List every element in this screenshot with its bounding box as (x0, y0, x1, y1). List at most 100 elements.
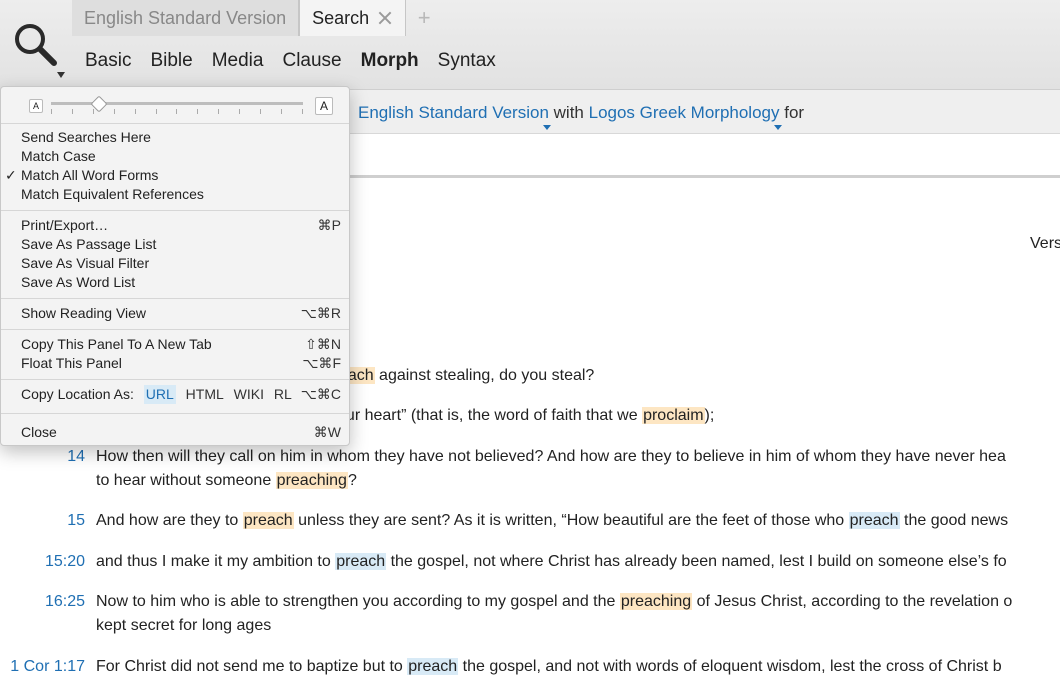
menu-item-label: Copy Location As: (21, 386, 134, 402)
verse-text: And how are they to preach unless they a… (96, 509, 1008, 533)
menu-item-show-reading-view[interactable]: Show Reading View ⌥⌘R (21, 304, 341, 323)
verse-fragment: unless they are sent? As it is written, … (293, 512, 849, 529)
search-hit[interactable]: preach (242, 512, 294, 529)
menu-item-label: Save As Visual Filter (21, 255, 150, 271)
new-tab-button[interactable]: + (406, 0, 442, 36)
verse-fragment: Now to him who is able to strengthen you… (96, 593, 620, 610)
verse-reference-link[interactable]: 14 (67, 445, 85, 469)
verse-text: kept secret for long ages (96, 614, 271, 638)
menu-item-label: Save As Passage List (21, 236, 157, 252)
mode-morph[interactable]: Morph (361, 50, 419, 72)
menu-item-label: Show Reading View (21, 305, 147, 321)
menu-item-float-panel[interactable]: Float This Panel ⌥⌘F (21, 354, 341, 373)
toolbar: English Standard Version Search + Basic … (0, 0, 1060, 90)
menu-item-save-visual-filter[interactable]: Save As Visual Filter (21, 254, 341, 273)
search-hit[interactable]: preaching (619, 593, 693, 610)
verse-reference-link[interactable]: 16:25 (45, 590, 85, 614)
divider (1, 379, 349, 380)
shortcut: ⇧⌘N (305, 336, 341, 352)
menu-item-label: Match Case (21, 148, 96, 164)
shortcut: ⌥⌘C (300, 386, 341, 402)
divider (1, 123, 349, 124)
verse-fragment: against stealing, do you steal? (374, 367, 595, 384)
verse-fragment: and thus I make it my ambition to (96, 553, 336, 570)
mode-syntax[interactable]: Syntax (438, 50, 496, 72)
close-icon[interactable] (377, 10, 393, 26)
verse-fragment: of Jesus Christ, according to the revela… (692, 593, 1013, 610)
tab-search[interactable]: Search (299, 0, 407, 36)
verse-fragment: And how are they to (96, 512, 243, 529)
verse-fragment: For Christ did not send me to baptize bu… (96, 658, 408, 675)
search-hit[interactable]: preaching (275, 472, 348, 489)
verse-reference-link[interactable]: 15:20 (45, 550, 85, 574)
menu-item-label: Close (21, 424, 57, 440)
verse-fragment: ? (347, 472, 357, 489)
menu-item-close[interactable]: Close ⌘W (21, 423, 341, 442)
verse-text: Now to him who is able to strengthen you… (96, 590, 1012, 614)
text-larger-icon: A (315, 97, 333, 115)
verse-fragment: How then will they call on him in whom t… (96, 448, 1006, 465)
with-label: with (553, 103, 584, 122)
shortcut: ⌘W (313, 424, 341, 440)
menu-item-label: Match Equivalent References (21, 186, 204, 202)
chevron-down-icon[interactable] (57, 72, 65, 78)
verse-fragment: the gospel, and not with words of eloque… (458, 658, 1002, 675)
mode-media[interactable]: Media (212, 50, 264, 72)
tab-esv[interactable]: English Standard Version (72, 0, 300, 36)
search-hit[interactable]: preach (335, 553, 387, 570)
mode-bible[interactable]: Bible (150, 50, 192, 72)
verse-fragment: the gospel, not where Christ has already… (386, 553, 1007, 570)
mode-clause[interactable]: Clause (282, 50, 341, 72)
format-url[interactable]: URL (143, 385, 176, 404)
menu-item-copy-location: Copy Location As: URL HTML WIKI RL ⌥⌘C (21, 385, 341, 404)
menu-item-match-case[interactable]: Match Case (21, 147, 341, 166)
menu-item-match-all-word-forms[interactable]: ✓ Match All Word Forms (5, 166, 341, 185)
tab-bar: English Standard Version Search + (72, 0, 442, 36)
menu-item-copy-panel[interactable]: Copy This Panel To A New Tab ⇧⌘N (21, 335, 341, 354)
verse-fragment: ); (704, 407, 715, 424)
menu-item-match-equivalent[interactable]: Match Equivalent References (21, 185, 341, 204)
search-mode-tabs: Basic Bible Media Clause Morph Syntax (85, 50, 515, 72)
menu-item-label: Save As Word List (21, 274, 136, 290)
query-description: English Standard Version with Logos Gree… (358, 103, 804, 130)
verse-reference-link[interactable]: 15 (67, 509, 85, 533)
text-smaller-icon: A (29, 99, 43, 113)
format-rl[interactable]: RL (274, 385, 292, 404)
slider-track[interactable] (51, 102, 303, 105)
verse-text: to hear without someone preaching? (96, 469, 357, 493)
menu-item-label: Match All Word Forms (21, 167, 159, 183)
search-options-menu: A A Send Searches Here Match Case ✓ Match… (0, 86, 350, 446)
search-hit[interactable]: proclaim (642, 407, 705, 424)
slider-ticks (51, 109, 303, 115)
verse-reference-link[interactable]: 1 Cor 1:17 (10, 655, 85, 679)
divider (1, 329, 349, 330)
tab-label: Search (312, 7, 370, 28)
shortcut: ⌥⌘R (300, 305, 341, 321)
divider (1, 210, 349, 211)
search-hit[interactable]: preach (848, 512, 900, 529)
menu-item-print-export[interactable]: Print/Export… ⌘P (21, 216, 341, 235)
morphology-label: Logos Greek Morphology (588, 103, 780, 122)
format-html[interactable]: HTML (186, 385, 224, 404)
shortcut: ⌥⌘F (302, 355, 341, 371)
menu-item-save-word-list[interactable]: Save As Word List (21, 273, 341, 292)
resource-selector[interactable]: English Standard Version (358, 103, 551, 130)
verse-fragment: the good news (899, 512, 1009, 529)
menu-item-label: Send Searches Here (21, 129, 151, 145)
divider (1, 298, 349, 299)
search-icon[interactable] (10, 20, 60, 70)
format-wiki[interactable]: WIKI (234, 385, 264, 404)
menu-item-label: Float This Panel (21, 355, 122, 371)
checkmark-icon: ✓ (5, 167, 17, 183)
text-size-slider[interactable]: A A (29, 95, 333, 117)
mode-basic[interactable]: Basic (85, 50, 131, 72)
menu-item-save-passage-list[interactable]: Save As Passage List (21, 235, 341, 254)
menu-item-send-searches[interactable]: Send Searches Here (21, 128, 341, 147)
verse-fragment: to hear without someone (96, 472, 276, 489)
divider (1, 413, 349, 414)
morphology-selector[interactable]: Logos Greek Morphology (588, 103, 782, 130)
chevron-down-icon (773, 125, 782, 130)
search-hit[interactable]: preach (407, 658, 459, 675)
verse-text: and thus I make it my ambition to preach… (96, 550, 1007, 574)
resource-label: English Standard Version (358, 103, 549, 122)
